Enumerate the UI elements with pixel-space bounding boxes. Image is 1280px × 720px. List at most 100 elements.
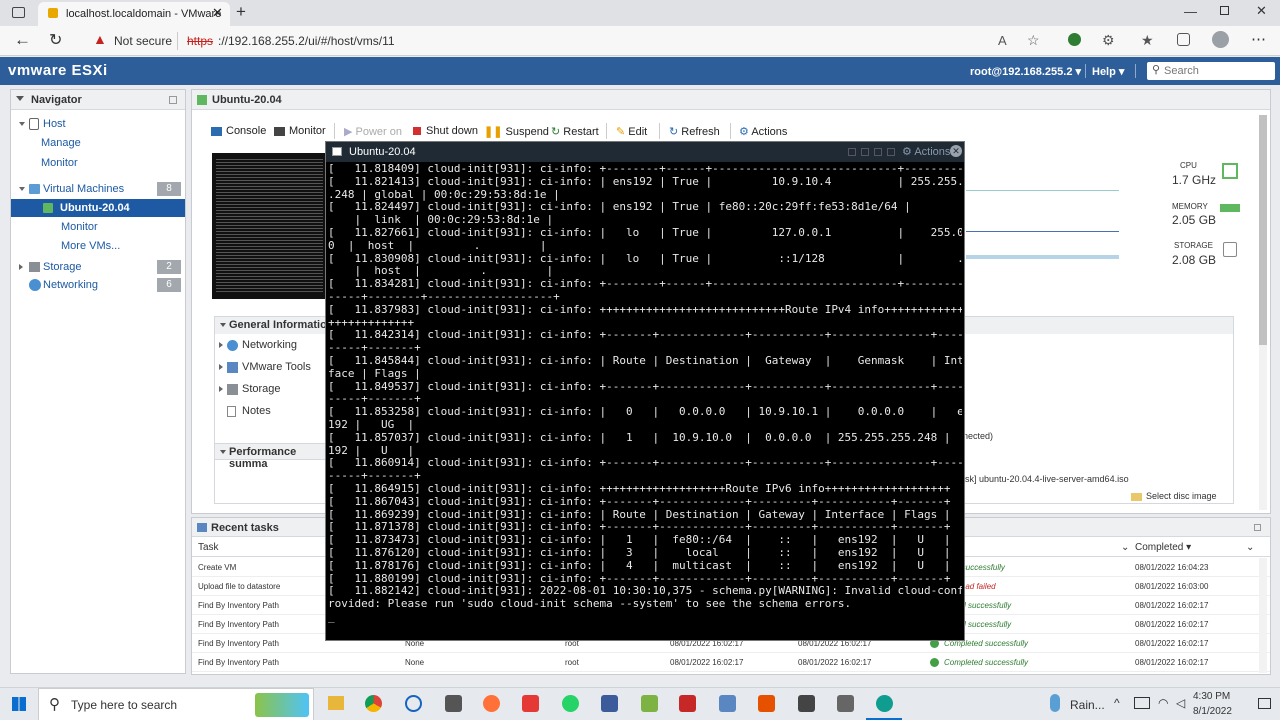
extensions-icon[interactable]: ⚙ [1102, 32, 1115, 49]
console-ctrl-icon[interactable] [848, 148, 856, 156]
weather-icon[interactable] [1050, 694, 1060, 712]
weather-text[interactable]: Rain... [1070, 698, 1105, 712]
new-tab-icon[interactable]: + [236, 2, 246, 22]
restart-button[interactable]: ↻ Restart [551, 125, 599, 138]
windows-start-icon[interactable] [12, 697, 26, 711]
search-input[interactable]: ⚲ Search [1147, 62, 1275, 80]
app-icon[interactable] [837, 695, 854, 712]
help-menu[interactable]: Help ▾ [1092, 65, 1124, 78]
tab-actions-icon[interactable] [12, 7, 25, 18]
edit-button[interactable]: ✎ Edit [616, 125, 647, 138]
suspend-button[interactable]: ❚❚ Suspend [484, 125, 549, 138]
clock-date[interactable]: 8/1/2022 [1193, 706, 1232, 717]
performance-summary-header[interactable]: Performance summa [214, 443, 334, 470]
nav-virtual-machines[interactable]: Virtual Machines 8 [11, 180, 185, 198]
expand-icon[interactable] [19, 187, 25, 191]
console-ctrl-icon[interactable] [861, 148, 869, 156]
url-text[interactable]: ://192.168.255.2/ui/#/host/vms/11 [218, 34, 395, 48]
firefox-icon[interactable] [483, 695, 500, 712]
console-ctrl-icon[interactable] [887, 148, 895, 156]
reload-icon[interactable]: ↻ [49, 30, 62, 50]
user-menu[interactable]: root@192.168.255.2 ▾ [970, 65, 1081, 78]
back-icon[interactable]: ← [14, 30, 31, 50]
app-icon[interactable] [601, 695, 618, 712]
taskbar-search-box[interactable]: ⚲ Type here to search [38, 688, 314, 720]
nav-vm-ubuntu[interactable]: Ubuntu-20.04 [11, 199, 185, 217]
app-icon[interactable] [445, 695, 462, 712]
minimize-panel-icon[interactable] [1254, 524, 1261, 531]
extension-icon[interactable] [1068, 33, 1081, 46]
more-icon[interactable]: ⋯ [1251, 30, 1266, 48]
file-explorer-icon[interactable] [328, 696, 344, 710]
edge-icon[interactable] [876, 695, 893, 712]
chevron-up-icon[interactable]: ^ [1114, 696, 1120, 710]
browser-tab[interactable]: localhost.localdomain - VMware ✕ [38, 2, 230, 26]
wifi-icon[interactable]: ◠ [1158, 696, 1168, 710]
actions-button[interactable]: ⚙ Actions [739, 125, 787, 138]
profile-avatar-icon[interactable] [1212, 31, 1229, 48]
minimize-panel-icon[interactable] [169, 96, 177, 104]
refresh-button[interactable]: ↻ Refresh [669, 125, 720, 138]
nav-networking[interactable]: Networking 6 [11, 276, 185, 294]
collapse-icon[interactable] [16, 96, 24, 101]
nav-more-vms[interactable]: More VMs... [61, 237, 181, 255]
app-icon[interactable] [522, 695, 539, 712]
console-title-bar[interactable]: Ubuntu-20.04 ⚙ Actions ✕ [326, 142, 964, 162]
whatsapp-icon[interactable] [562, 695, 579, 712]
table-row[interactable]: Find By Inventory Path None root 08/01/2022… [192, 653, 1270, 672]
vmware-tools-row[interactable]: VMware Tools [219, 361, 311, 373]
col-task[interactable]: Task [198, 542, 219, 553]
expand-icon[interactable] [19, 264, 23, 270]
tasks-scrollbar[interactable] [1259, 558, 1267, 673]
favorites-icon[interactable]: ★ [1141, 32, 1154, 49]
console-actions-menu[interactable]: ⚙ Actions [902, 145, 950, 158]
app-icon[interactable] [719, 695, 736, 712]
battery-icon[interactable] [1134, 697, 1150, 709]
storage-row[interactable]: Storage [219, 383, 281, 395]
chrome-icon[interactable] [365, 695, 382, 712]
volume-icon[interactable]: ◁ [1176, 696, 1185, 710]
minimize-icon[interactable]: — [1184, 4, 1197, 19]
favorite-icon[interactable]: ☆ [1027, 32, 1040, 49]
console-screen[interactable]: [ 11.818409] cloud-init[931]: ci-info: +… [328, 163, 962, 637]
console-button[interactable]: Console [211, 125, 266, 137]
app-icon[interactable] [798, 695, 815, 712]
shut-down-button[interactable]: Shut down [413, 125, 478, 137]
recent-tasks-title: Recent tasks [211, 522, 279, 534]
app-icon[interactable] [679, 695, 696, 712]
chevron-down-icon[interactable]: ⌄ [1121, 542, 1129, 553]
notifications-icon[interactable] [1258, 698, 1271, 709]
url-scheme[interactable]: https [187, 34, 213, 48]
chevron-down-icon[interactable]: ⌄ [1246, 542, 1254, 553]
col-completed[interactable]: Completed ▾ [1135, 542, 1191, 553]
expand-icon[interactable] [19, 122, 25, 126]
nav-host-monitor[interactable]: Monitor [41, 154, 181, 172]
monitor-button[interactable]: Monitor [274, 125, 326, 137]
nav-host[interactable]: Host [11, 115, 185, 133]
nav-vm-monitor[interactable]: Monitor [61, 218, 181, 236]
clock-time[interactable]: 4:30 PM [1193, 691, 1230, 702]
security-label[interactable]: Not secure [114, 34, 172, 48]
main-scrollbar[interactable] [1259, 115, 1267, 510]
warning-icon[interactable]: ▲ [93, 31, 107, 47]
vm-console-window[interactable]: Ubuntu-20.04 ⚙ Actions ✕ [ 11.818409] cl… [325, 141, 965, 641]
select-disc-image-link[interactable]: Select disc image [1131, 491, 1217, 501]
console-ctrl-icon[interactable] [874, 148, 882, 156]
maximize-icon[interactable] [1220, 6, 1229, 15]
app-icon[interactable] [405, 695, 422, 712]
console-thumbnail[interactable] [212, 153, 327, 299]
app-icon[interactable] [641, 695, 658, 712]
power-on-button[interactable]: ▶ Power on [344, 125, 402, 138]
notes-row[interactable]: Notes [227, 405, 271, 417]
close-window-icon[interactable]: ✕ [1256, 3, 1267, 19]
app-icon[interactable] [758, 695, 775, 712]
networking-row[interactable]: Networking [219, 339, 297, 351]
collections-icon[interactable] [1177, 33, 1190, 46]
nav-storage[interactable]: Storage 2 [11, 258, 185, 276]
collapse-icon[interactable] [220, 323, 226, 327]
nav-host-manage[interactable]: Manage [41, 134, 181, 152]
collapse-icon[interactable] [220, 450, 226, 454]
read-aloud-icon[interactable]: A [998, 33, 1007, 48]
close-console-icon[interactable]: ✕ [950, 145, 962, 157]
close-tab-icon[interactable]: ✕ [212, 5, 223, 21]
